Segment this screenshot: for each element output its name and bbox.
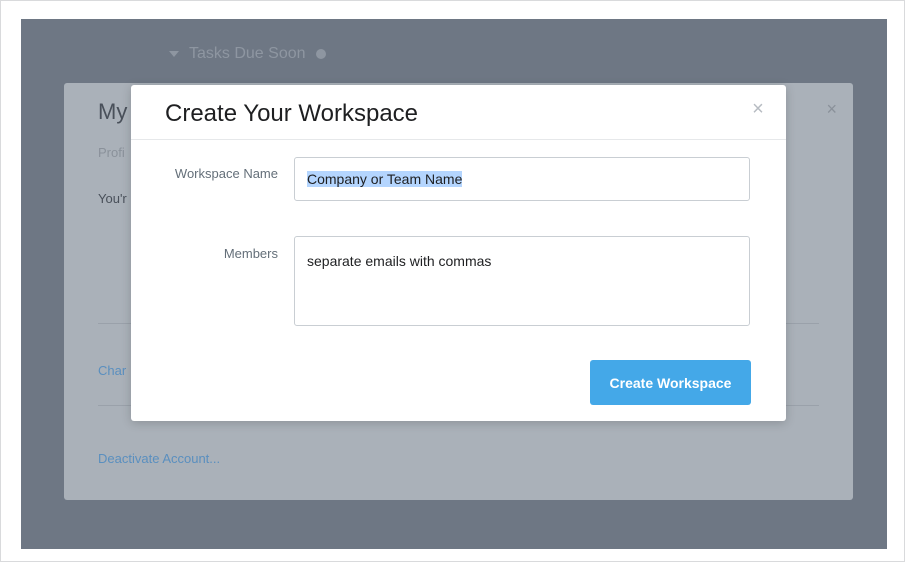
background-dialog-title: My bbox=[98, 99, 128, 124]
background-tab: Profi bbox=[98, 145, 125, 160]
workspace-name-input[interactable]: Company or Team Name bbox=[294, 157, 750, 201]
close-icon[interactable]: × bbox=[748, 99, 768, 119]
background-section-title: Tasks Due Soon bbox=[189, 45, 306, 62]
workspace-name-value: Company or Team Name bbox=[307, 171, 463, 187]
info-icon bbox=[315, 49, 326, 59]
create-workspace-button[interactable]: Create Workspace bbox=[590, 360, 751, 405]
background-section-header: Tasks Due Soon bbox=[169, 45, 326, 63]
create-workspace-modal: Create Your Workspace × Workspace Name C… bbox=[131, 85, 786, 421]
modal-header: Create Your Workspace × bbox=[131, 85, 786, 140]
background-change-link: Char bbox=[98, 363, 127, 378]
background-close-icon: × bbox=[826, 99, 837, 119]
workspace-name-label: Workspace Name bbox=[174, 166, 278, 181]
background-text: You'r bbox=[98, 191, 127, 206]
caret-down-icon bbox=[169, 51, 179, 57]
deactivate-account-link: Deactivate Account... bbox=[98, 451, 221, 466]
screenshot-frame: Tasks Due Soon My Profi You'r Char Deact… bbox=[0, 0, 905, 562]
members-label: Members bbox=[223, 246, 278, 261]
modal-title: Create Your Workspace bbox=[165, 100, 419, 127]
members-textarea[interactable]: separate emails with commas bbox=[294, 236, 750, 326]
